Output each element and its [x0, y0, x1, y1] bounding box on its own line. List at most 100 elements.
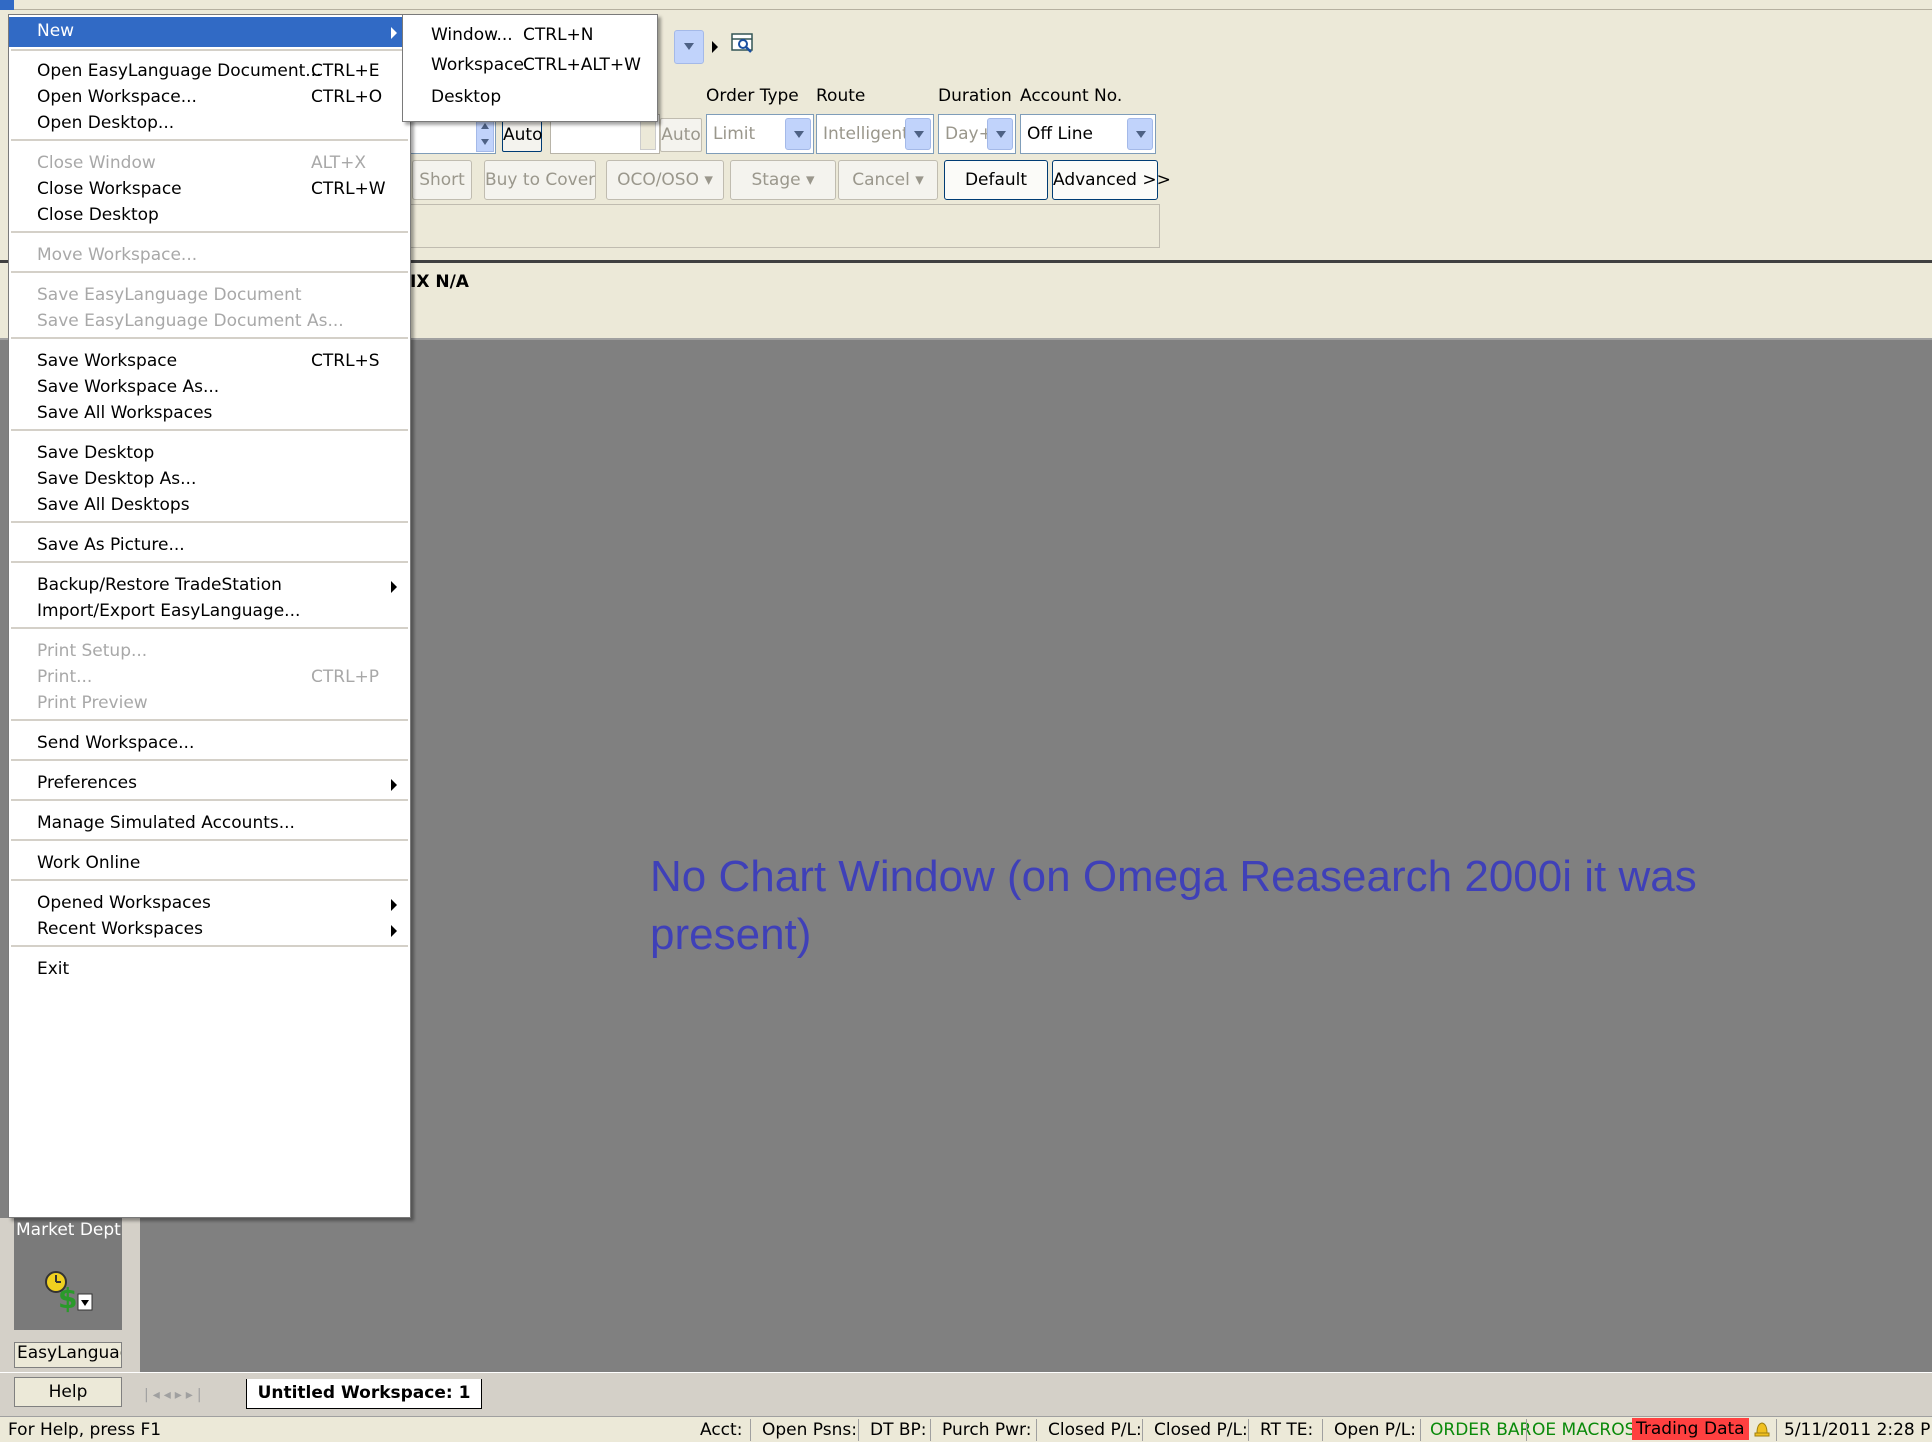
file-menu-item[interactable]: New [9, 17, 410, 47]
easylanguage-shortcut[interactable]: EasyLanguage [14, 1342, 122, 1368]
menu-item-shortcut: CTRL+E [311, 61, 380, 81]
menu-item-label: Opened Workspaces [37, 893, 211, 913]
timesales-shortcut[interactable]: $ [14, 1250, 122, 1330]
file-menu-item: Print Preview [9, 689, 410, 719]
short-button[interactable]: Short [412, 160, 472, 200]
status-closed-pl-1: Closed P/L: [1048, 1420, 1142, 1440]
status-divider [1322, 1419, 1323, 1441]
play-arrow-icon[interactable] [712, 41, 718, 53]
account-select[interactable]: Off Line [1020, 114, 1156, 154]
menu-separator [11, 49, 408, 51]
menu-item-label: Print Setup... [37, 641, 148, 661]
file-menu-item[interactable]: Save All Workspaces [9, 399, 410, 429]
status-trading-badge[interactable]: Trading [1632, 1418, 1703, 1440]
file-menu-item[interactable]: Work Online [9, 849, 410, 879]
menu-item-label: Move Workspace... [37, 245, 198, 265]
status-order-bar[interactable]: ORDER BAR [1430, 1420, 1531, 1440]
menu-item-label: Close Workspace [37, 179, 182, 199]
submenu-arrow-icon [391, 581, 397, 593]
menu-item-label: Backup/Restore TradeStation [37, 575, 282, 595]
order-type-select[interactable]: Limit [706, 114, 814, 154]
menu-item-shortcut: ALT+X [311, 153, 367, 173]
menu-item-label: Print... [37, 667, 93, 687]
menu-item-label: Save Desktop [37, 443, 155, 463]
status-divider [858, 1419, 859, 1441]
status-closed-pl-2: Closed P/L: [1154, 1420, 1248, 1440]
menu-item-label: Import/Export EasyLanguage... [37, 601, 301, 621]
cancel-button[interactable]: Cancel ▾ [838, 160, 938, 200]
stage-button[interactable]: Stage ▾ [730, 160, 836, 200]
submenu-item-label: Window... [431, 25, 513, 45]
account-value: Off Line [1027, 124, 1093, 144]
menu-item-shortcut: CTRL+O [311, 87, 383, 107]
menu-separator [11, 839, 408, 841]
menu-separator [11, 271, 408, 273]
file-menu-item[interactable]: Import/Export EasyLanguage... [9, 597, 410, 627]
menu-item-label: Manage Simulated Accounts... [37, 813, 295, 833]
price-auto-button[interactable]: Auto [660, 118, 702, 152]
alert-bell-icon[interactable] [1752, 1419, 1772, 1439]
new-submenu-item[interactable]: Workspace CTRL+ALT+W [403, 49, 657, 79]
file-menu-item[interactable]: Save As Picture... [9, 531, 410, 561]
file-menu: New Open EasyLanguage Document... CTRL+E Op… [8, 14, 411, 1218]
buy-to-cover-button[interactable]: Buy to Cover [484, 160, 596, 200]
tab-untitled-workspace[interactable]: Untitled Workspace: 1 [246, 1379, 482, 1409]
chevron-down-icon[interactable] [785, 118, 811, 150]
tradestation-window: { "file_menu": { "items": [ {"label": "N… [0, 0, 1932, 1442]
menu-item-label: Save All Workspaces [37, 403, 213, 423]
file-menu-item[interactable]: Manage Simulated Accounts... [9, 809, 410, 839]
route-select[interactable]: Intelligent [816, 114, 934, 154]
advanced-button[interactable]: Advanced >> [1052, 160, 1171, 200]
quantity-auto-button[interactable]: Auto [502, 118, 542, 152]
oco-oso-button[interactable]: OCO/OSO ▾ [606, 160, 724, 200]
file-menu-item[interactable]: Recent Workspaces [9, 915, 410, 945]
workspace-tab-strip: Help |◂◂▸▸| Untitled Workspace: 1 [0, 1372, 1932, 1416]
menu-item-label: Open Workspace... [37, 87, 197, 107]
new-submenu-item[interactable]: Desktop [403, 81, 657, 111]
help-shortcut[interactable]: Help [14, 1377, 122, 1407]
menu-item-shortcut: CTRL+W [311, 179, 386, 199]
chevron-down-icon[interactable] [1127, 118, 1153, 150]
menu-item-label: Save EasyLanguage Document [37, 285, 302, 305]
file-menu-item[interactable]: Preferences [9, 769, 410, 799]
shortcut-bar: Market Depth $ EasyLanguage [0, 1218, 140, 1376]
symbol-dropdown-button[interactable] [674, 30, 704, 64]
chevron-down-icon[interactable] [987, 118, 1013, 150]
status-data-badge[interactable]: Data [1700, 1418, 1749, 1440]
status-divider [1248, 1419, 1249, 1441]
market-depth-shortcut[interactable]: Market Depth [14, 1218, 122, 1250]
duration-header: Duration [938, 86, 1012, 106]
file-menu-item[interactable]: Open Desktop... [9, 109, 410, 139]
default-button[interactable]: Default [944, 160, 1048, 200]
menu-item-shortcut: CTRL+S [311, 351, 380, 371]
status-divider [1142, 1419, 1143, 1441]
file-menu-item: Save EasyLanguage Document As... [9, 307, 410, 337]
status-bar: For Help, press F1 Acct: Open Psns: DT B… [0, 1416, 1932, 1442]
search-window-icon[interactable] [730, 30, 756, 56]
title-strip [0, 0, 1932, 10]
status-divider [930, 1419, 931, 1441]
file-menu-item[interactable]: Exit [9, 955, 410, 985]
file-menu-item[interactable]: Close Desktop [9, 201, 410, 231]
stage-label: Stage [751, 170, 801, 190]
status-divider [1420, 1419, 1421, 1441]
duration-select[interactable]: Day+ [938, 114, 1016, 154]
menu-separator [11, 337, 408, 339]
status-oe-macros[interactable]: OE MACROS [1532, 1420, 1635, 1440]
menu-item-label: Save Workspace As... [37, 377, 220, 397]
tab-scroll-buttons[interactable]: |◂◂▸▸| [144, 1387, 244, 1407]
price-stepper[interactable] [640, 120, 656, 150]
file-menu-item[interactable]: Save All Desktops [9, 491, 410, 521]
submenu-item-label: Workspace [431, 55, 524, 75]
chevron-down-icon[interactable] [905, 118, 931, 150]
menu-separator [11, 719, 408, 721]
new-submenu-item[interactable]: Window... CTRL+N [403, 19, 657, 49]
oco-oso-label: OCO/OSO [617, 170, 699, 190]
menu-item-label: Save All Desktops [37, 495, 190, 515]
menu-separator [11, 799, 408, 801]
route-header: Route [816, 86, 866, 106]
menu-item-label: Save EasyLanguage Document As... [37, 311, 344, 331]
account-header: Account No. [1020, 86, 1123, 106]
file-menu-item[interactable]: Send Workspace... [9, 729, 410, 759]
status-acct: Acct: [700, 1420, 743, 1440]
